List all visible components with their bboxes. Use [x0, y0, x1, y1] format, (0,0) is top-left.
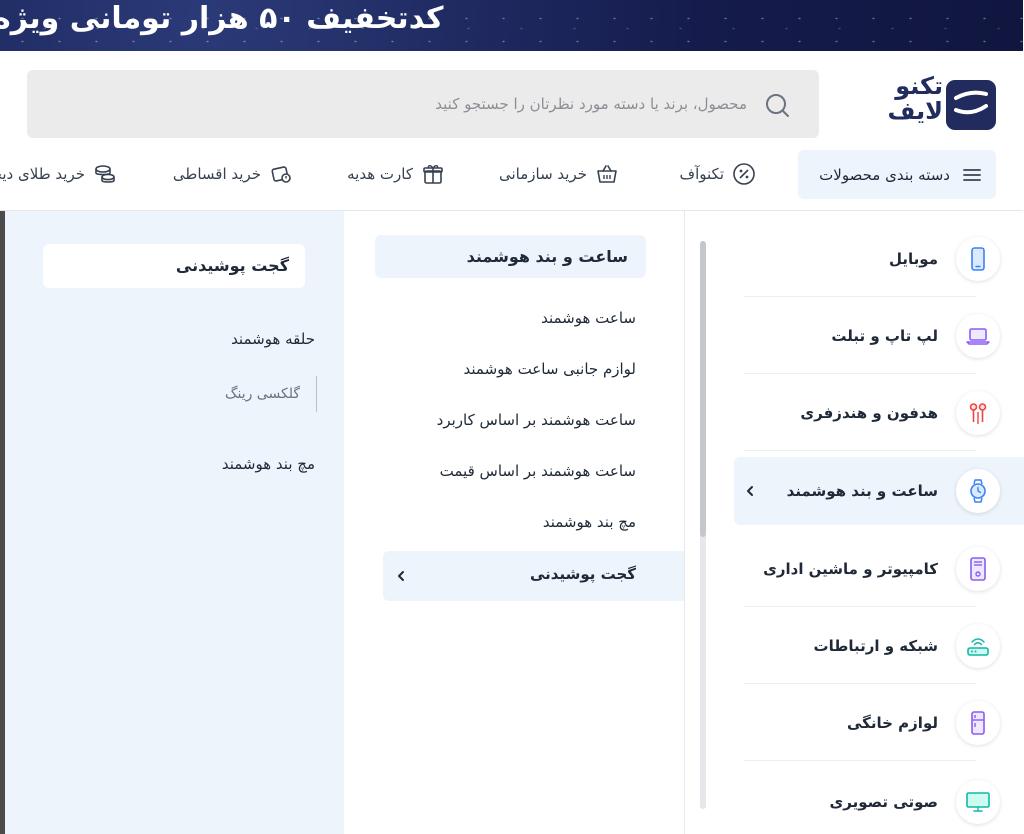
category-item-headphones[interactable]: هدفون و هندزفری — [745, 375, 1024, 451]
subcategory-item[interactable]: ساعت هوشمند بر اساس کاربرد — [438, 411, 637, 429]
category-divider — [745, 296, 977, 297]
category-item-home-appliances[interactable]: لوازم خانگی — [745, 685, 1024, 761]
category-item-computer[interactable]: کامپیوتر و ماشین اداری — [745, 531, 1024, 607]
category-label: صوتی تصویری — [830, 793, 939, 811]
category-divider — [745, 373, 977, 374]
category-item-audio-video[interactable]: صوتی تصویری — [745, 764, 1024, 834]
categories-menu-label: دسته بندی محصولات — [820, 165, 951, 184]
laptop-icon — [967, 328, 991, 345]
category-label: ساعت و بند هوشمند — [787, 482, 939, 500]
categories-menu-button[interactable]: دسته بندی محصولات — [799, 150, 997, 199]
subcategory-item[interactable]: ساعت هوشمند بر اساس قیمت — [441, 462, 637, 480]
gift-icon — [424, 165, 444, 184]
promo-banner[interactable]: کدتخفیف ۵۰ هزار تومانی ویژه — [0, 0, 1024, 51]
monitor-icon — [967, 792, 991, 812]
category-scrollbar[interactable] — [701, 241, 707, 809]
category-label: لپ تاپ و تبلت — [832, 327, 939, 345]
logo-mark-icon — [947, 80, 997, 130]
category-icon-wrap — [957, 237, 1001, 281]
category-item-mobile[interactable]: موبایل — [745, 221, 1024, 297]
detail-item-smart-ring[interactable]: حلقه هوشمند — [232, 330, 316, 348]
category-item-laptop[interactable]: لپ تاپ و تبلت — [745, 298, 1024, 374]
category-icon-wrap — [957, 547, 1001, 591]
mobile-icon — [972, 247, 986, 271]
basket-icon — [598, 165, 618, 183]
search-input[interactable] — [148, 88, 748, 120]
mega-menu-category-panel: موبایل لپ تاپ و تبلت هدفون و هندزفری ساع… — [685, 211, 1024, 834]
earphones-icon — [970, 403, 988, 424]
category-label: کامپیوتر و ماشین اداری — [764, 560, 939, 578]
category-icon-wrap — [957, 391, 1001, 435]
nav-link-label: کارت هدیه — [348, 165, 414, 183]
subcategory-item[interactable]: ساعت هوشمند — [542, 309, 637, 327]
promo-banner-text: کدتخفیف ۵۰ هزار تومانی ویژه — [0, 1, 445, 36]
coins-icon — [96, 165, 116, 183]
nav-link-technooff[interactable]: تکنوآف — [681, 158, 757, 190]
nav-link-label: خرید اقساطی — [173, 165, 262, 183]
category-label: هدفون و هندزفری — [801, 404, 939, 422]
category-label: لوازم خانگی — [847, 714, 939, 732]
chevron-left-icon — [748, 486, 754, 496]
router-icon — [968, 638, 990, 656]
subcategory-active-label: گجت پوشیدنی — [530, 565, 637, 583]
nav-link-installment[interactable]: خرید اقساطی — [174, 158, 294, 190]
category-icon-wrap — [957, 780, 1001, 824]
search-icon[interactable] — [764, 91, 792, 119]
category-icon-wrap — [957, 314, 1001, 358]
category-divider — [745, 450, 977, 451]
category-label: موبایل — [890, 250, 939, 268]
category-divider — [745, 606, 977, 607]
category-icon-wrap — [957, 469, 1001, 513]
installment-icon — [272, 166, 292, 183]
nav-link-label: خرید سازمانی — [499, 165, 588, 183]
mega-menu-subcategory-panel: ساعت و بند هوشمند ساعت هوشمند لوازم جانب… — [345, 211, 685, 834]
category-divider — [745, 683, 977, 684]
site-logo[interactable]: تکنو لایف — [864, 74, 997, 130]
watch-icon — [971, 479, 987, 503]
detail-item-smart-band[interactable]: مچ بند هوشمند — [223, 455, 316, 473]
detail-subitem-galaxy-ring[interactable]: گلکسی رینگ — [226, 376, 318, 412]
subcategory-item[interactable]: لوازم جانبی ساعت هوشمند — [465, 360, 638, 378]
category-icon-wrap — [957, 624, 1001, 668]
nav-link-label: خرید طلای دیجیتال — [0, 165, 86, 183]
nav-link-label: تکنوآف — [680, 165, 725, 183]
detail-panel-title[interactable]: گجت پوشیدنی — [44, 244, 306, 288]
hamburger-menu-icon — [964, 168, 982, 181]
fridge-icon — [972, 711, 986, 735]
subcategory-item-active[interactable]: گجت پوشیدنی — [384, 551, 685, 601]
search-bar[interactable] — [28, 70, 820, 138]
scrollbar-thumb[interactable] — [701, 241, 707, 537]
chevron-left-icon — [399, 571, 405, 581]
category-divider — [745, 760, 977, 761]
category-label: شبکه و ارتباطات — [814, 637, 939, 655]
logo-text: تکنو لایف — [888, 72, 944, 125]
mega-menu-detail-panel: گجت پوشیدنی حلقه هوشمند گلکسی رینگ مچ بن… — [6, 211, 345, 834]
category-icon-wrap — [957, 701, 1001, 745]
subcategory-panel-title[interactable]: ساعت و بند هوشمند — [376, 235, 647, 278]
subcategory-item[interactable]: مچ بند هوشمند — [544, 513, 637, 531]
category-item-network[interactable]: شبکه و ارتباطات — [745, 608, 1024, 684]
nav-link-digital-gold[interactable]: خرید طلای دیجیتال — [0, 158, 118, 190]
category-item-smartwatch[interactable]: ساعت و بند هوشمند — [735, 457, 1024, 525]
nav-link-gift-card[interactable]: کارت هدیه — [348, 158, 446, 190]
percent-icon — [734, 163, 756, 185]
nav-link-corporate[interactable]: خرید سازمانی — [500, 158, 620, 190]
computer-case-icon — [971, 557, 987, 581]
